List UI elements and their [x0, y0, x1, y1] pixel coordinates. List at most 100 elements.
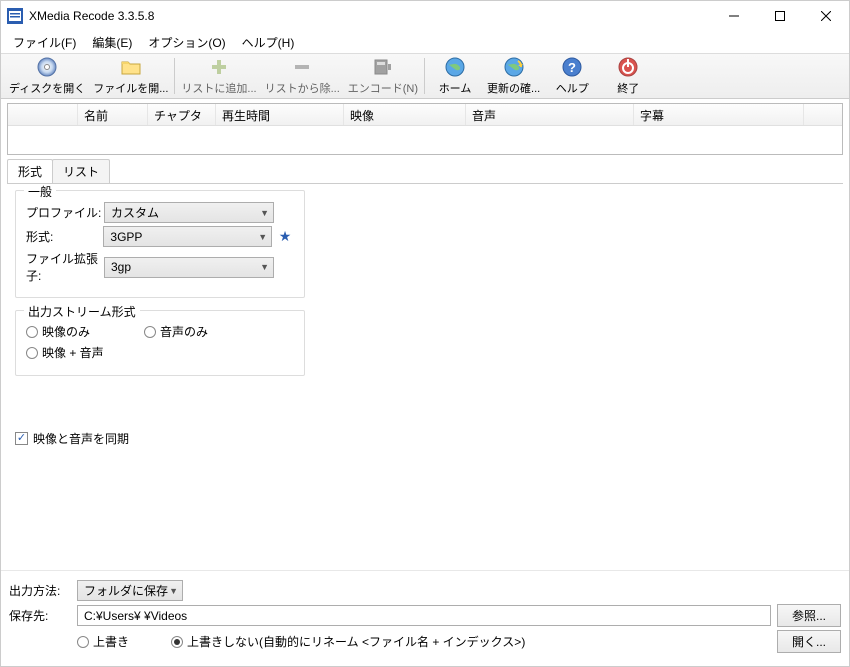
select-format-value: 3GPP	[110, 230, 142, 244]
globe-icon	[444, 56, 466, 78]
radio-audio-only[interactable]: 音声のみ	[144, 323, 208, 340]
toolbar-separator	[424, 58, 425, 94]
group-output-stream: 出力ストリーム形式 映像のみ 音声のみ 映像 + 音声	[15, 310, 305, 376]
tab-content: 一般 プロファイル: カスタム ▼ 形式: 3GPP ▼ ★ ファイル拡張	[7, 183, 843, 570]
label-save-to: 保存先:	[9, 607, 71, 624]
checkbox-sync-av-label: 映像と音声を同期	[33, 430, 129, 447]
select-profile[interactable]: カスタム ▼	[104, 202, 274, 223]
star-icon: ★	[279, 228, 292, 245]
col-blank[interactable]	[8, 104, 78, 125]
remove-list-button[interactable]: リストから除...	[261, 54, 344, 98]
radio-video-audio-label: 映像 + 音声	[42, 344, 104, 361]
radio-overwrite-yes[interactable]: 上書き	[77, 633, 129, 650]
open-file-label: ファイルを開...	[93, 80, 168, 96]
add-list-button[interactable]: リストに追加...	[177, 54, 260, 98]
radio-overwrite-no[interactable]: 上書きしない(自動的にリネーム <ファイル名 + インデックス>)	[171, 633, 525, 650]
file-list-wrap: 名前 チャプター 再生時間 映像 音声 字幕	[1, 99, 849, 161]
radio-icon	[171, 636, 183, 648]
exit-label: 終了	[617, 80, 639, 96]
menu-options[interactable]: オプション(O)	[140, 32, 233, 53]
col-playtime[interactable]: 再生時間	[216, 104, 344, 125]
add-list-label: リストに追加...	[181, 80, 256, 96]
app-icon	[7, 8, 23, 24]
update-label: 更新の確...	[487, 80, 540, 96]
select-file-ext-value: 3gp	[111, 260, 131, 274]
open-button[interactable]: 開く...	[777, 630, 841, 653]
window-controls	[711, 1, 849, 31]
tab-format[interactable]: 形式	[7, 159, 53, 183]
toolbar-separator	[174, 58, 175, 94]
titlebar: XMedia Recode 3.3.5.8	[1, 1, 849, 31]
help-icon: ?	[561, 56, 583, 78]
help-button[interactable]: ? ヘルプ	[544, 54, 600, 98]
col-video[interactable]: 映像	[344, 104, 466, 125]
radio-icon	[26, 326, 38, 338]
select-output-method-value: フォルダに保存	[84, 582, 168, 599]
radio-overwrite-yes-label: 上書き	[93, 633, 129, 650]
bottom-area: 出力方法: フォルダに保存 ▼ 保存先: C:¥Users¥ ¥Videos 参…	[1, 570, 849, 666]
home-label: ホーム	[439, 80, 472, 96]
checkbox-sync-av[interactable]: ✓ 映像と音声を同期	[15, 430, 129, 447]
radio-video-only[interactable]: 映像のみ	[26, 323, 90, 340]
chevron-down-icon: ▼	[258, 232, 267, 242]
home-button[interactable]: ホーム	[427, 54, 483, 98]
col-end[interactable]	[804, 104, 842, 125]
menu-file[interactable]: ファイル(F)	[5, 32, 84, 53]
maximize-button[interactable]	[757, 1, 803, 31]
select-output-method[interactable]: フォルダに保存 ▼	[77, 580, 183, 601]
radio-overwrite-no-label: 上書きしない(自動的にリネーム <ファイル名 + インデックス>)	[187, 633, 525, 650]
checkbox-icon: ✓	[15, 432, 28, 445]
open-disc-button[interactable]: ディスクを開く	[5, 54, 89, 98]
chevron-down-icon: ▼	[260, 262, 269, 272]
disc-icon	[36, 56, 58, 78]
select-format[interactable]: 3GPP ▼	[103, 226, 272, 247]
minimize-button[interactable]	[711, 1, 757, 31]
file-list-body[interactable]	[8, 126, 842, 156]
radio-audio-only-label: 音声のみ	[160, 323, 208, 340]
chevron-down-icon: ▼	[260, 208, 269, 218]
chevron-down-icon: ▼	[169, 586, 178, 596]
plus-icon	[208, 56, 230, 78]
encode-button[interactable]: エンコード(N)	[344, 54, 422, 98]
label-profile: プロファイル:	[26, 204, 104, 221]
encode-label: エンコード(N)	[348, 80, 418, 96]
col-chapter[interactable]: チャプター	[148, 104, 216, 125]
window-title: XMedia Recode 3.3.5.8	[29, 9, 154, 23]
input-save-path[interactable]: C:¥Users¥ ¥Videos	[77, 605, 771, 626]
toolbar: ディスクを開く ファイルを開... リストに追加... リストから除...	[1, 53, 849, 99]
titlebar-left: XMedia Recode 3.3.5.8	[7, 8, 154, 24]
browse-button[interactable]: 参照...	[777, 604, 841, 627]
help-label: ヘルプ	[556, 80, 589, 96]
menu-help[interactable]: ヘルプ(H)	[234, 32, 303, 53]
globe-refresh-icon	[503, 56, 525, 78]
folder-icon	[120, 56, 142, 78]
radio-video-only-label: 映像のみ	[42, 323, 90, 340]
group-output-stream-legend: 出力ストリーム形式	[24, 303, 140, 320]
radio-icon	[144, 326, 156, 338]
minus-icon	[291, 56, 313, 78]
group-general-legend: 一般	[24, 183, 56, 200]
col-name[interactable]: 名前	[78, 104, 148, 125]
file-list[interactable]: 名前 チャプター 再生時間 映像 音声 字幕	[7, 103, 843, 155]
close-button[interactable]	[803, 1, 849, 31]
tab-list[interactable]: リスト	[52, 159, 110, 183]
label-format: 形式:	[26, 228, 103, 245]
col-subtitle[interactable]: 字幕	[634, 104, 804, 125]
exit-button[interactable]: 終了	[600, 54, 656, 98]
group-general: 一般 プロファイル: カスタム ▼ 形式: 3GPP ▼ ★ ファイル拡張	[15, 190, 305, 298]
remove-list-label: リストから除...	[265, 80, 340, 96]
power-icon	[617, 56, 639, 78]
radio-icon	[26, 347, 38, 359]
menubar: ファイル(F) 編集(E) オプション(O) ヘルプ(H)	[1, 31, 849, 53]
col-audio[interactable]: 音声	[466, 104, 634, 125]
menu-edit[interactable]: 編集(E)	[84, 32, 140, 53]
open-file-button[interactable]: ファイルを開...	[89, 54, 172, 98]
save-path-value: C:¥Users¥ ¥Videos	[84, 609, 187, 623]
tab-strip: 形式 リスト	[7, 161, 843, 183]
update-button[interactable]: 更新の確...	[483, 54, 544, 98]
radio-video-audio[interactable]: 映像 + 音声	[26, 344, 104, 361]
favorite-button[interactable]: ★	[276, 228, 294, 246]
select-profile-value: カスタム	[111, 204, 159, 221]
label-output-method: 出力方法:	[9, 582, 71, 599]
select-file-ext[interactable]: 3gp ▼	[104, 257, 274, 278]
